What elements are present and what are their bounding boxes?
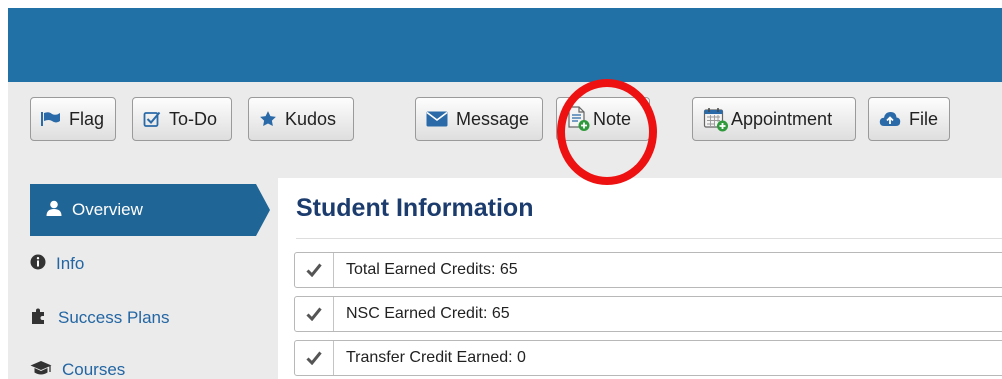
sidebar-item-label: Info xyxy=(56,254,85,273)
message-button[interactable]: Message xyxy=(415,97,543,141)
note-add-icon xyxy=(567,106,591,132)
note-label: Note xyxy=(593,108,632,129)
app-frame: Flag To-Do Kudos Message Note Appointmen… xyxy=(8,8,1002,379)
message-label: Message xyxy=(456,108,530,129)
sidebar-item-label: Success Plans xyxy=(58,308,170,327)
check-icon xyxy=(295,297,334,331)
flag-label: Flag xyxy=(69,108,105,129)
todo-label: To-Do xyxy=(169,108,218,129)
user-icon xyxy=(46,200,62,221)
sidebar-item-info[interactable]: Info xyxy=(30,242,84,286)
file-button[interactable]: File xyxy=(868,97,950,141)
title-divider xyxy=(296,238,1002,239)
file-label: File xyxy=(909,108,939,129)
sidebar-item-label: Overview xyxy=(72,200,143,219)
info-icon xyxy=(30,254,46,275)
sidebar-item-overview[interactable]: Overview xyxy=(30,184,270,236)
appointment-button[interactable]: Appointment xyxy=(692,97,856,141)
list-item: Total Earned Credits: 65 xyxy=(294,252,1002,288)
sidebar-item-success-plans[interactable]: Success Plans xyxy=(30,296,170,340)
flag-icon xyxy=(41,111,61,127)
todo-button[interactable]: To-Do xyxy=(132,97,232,141)
top-header-bar xyxy=(8,8,1002,82)
appointment-label: Appointment xyxy=(731,108,833,129)
checkbox-icon xyxy=(143,110,161,128)
kudos-label: Kudos xyxy=(285,108,337,129)
credit-row-text: Total Earned Credits: 65 xyxy=(346,261,518,278)
kudos-button[interactable]: Kudos xyxy=(248,97,354,141)
credit-row-text: NSC Earned Credit: 65 xyxy=(346,305,510,322)
sidebar-item-label: Courses xyxy=(62,360,126,379)
calendar-add-icon xyxy=(703,106,729,132)
page-title: Student Information xyxy=(296,194,534,222)
puzzle-icon xyxy=(30,307,48,330)
flag-button[interactable]: Flag xyxy=(30,97,116,141)
sidebar-item-courses[interactable]: Courses xyxy=(30,348,125,379)
graduation-cap-icon xyxy=(30,360,52,379)
envelope-icon xyxy=(426,111,448,127)
credit-row-text: Transfer Credit Earned: 0 xyxy=(346,349,526,366)
star-icon xyxy=(259,110,277,128)
list-item: Transfer Credit Earned: 0 xyxy=(294,340,1002,376)
check-icon xyxy=(295,253,334,287)
list-item: NSC Earned Credit: 65 xyxy=(294,296,1002,332)
note-button[interactable]: Note xyxy=(556,97,650,141)
cloud-upload-icon xyxy=(879,110,901,128)
check-icon xyxy=(295,341,334,375)
student-information-panel: Student Information Total Earned Credits… xyxy=(278,178,1002,379)
